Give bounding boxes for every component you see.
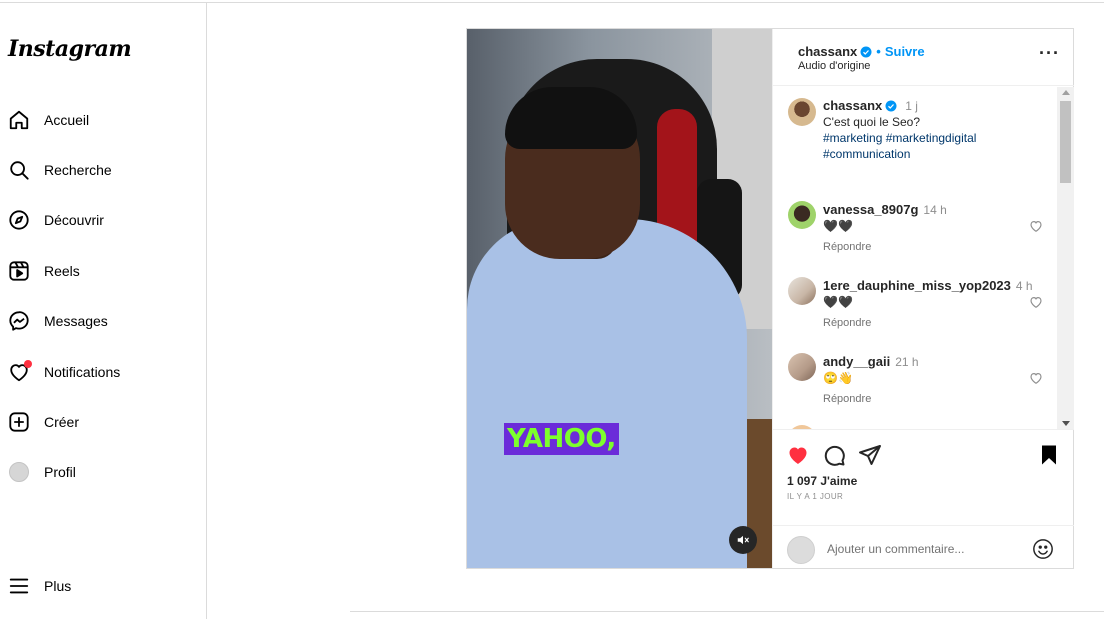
nav-more-label: Plus: [44, 578, 72, 594]
like-comment-icon[interactable]: [1029, 219, 1043, 233]
caption-author-row: chassanx 1 j: [823, 98, 918, 113]
scroll-up-arrow-icon[interactable]: [1062, 90, 1070, 95]
reply-button[interactable]: Répondre: [823, 241, 871, 253]
reels-icon: [8, 260, 30, 282]
author-avatar[interactable]: [788, 98, 816, 126]
nav-profile-label: Profil: [44, 464, 76, 480]
nav-search-label: Recherche: [44, 162, 112, 178]
caption-body: C'est quoi le Seo?: [823, 115, 921, 129]
nav-reels-label: Reels: [44, 263, 80, 279]
avatar: [9, 462, 29, 482]
nav-messages-label: Messages: [44, 313, 108, 329]
comment-author[interactable]: 1ere_dauphine_miss_yop2023: [823, 278, 1011, 293]
post-modal: YAHOO, chassanx • Suivre Audio d'origine…: [466, 28, 1074, 569]
avatar: [787, 536, 815, 564]
messenger-icon: [8, 310, 30, 332]
caption-text: C'est quoi le Seo? #marketing #marketing…: [823, 114, 976, 162]
nav-create-label: Créer: [44, 414, 80, 430]
profile-avatar-wrap: [8, 461, 30, 483]
nav-create[interactable]: Créer: [8, 404, 198, 440]
comment-author[interactable]: vanessa_8907g: [823, 202, 918, 217]
comment-time: 4 h: [1015, 278, 1033, 293]
post-header: chassanx • Suivre Audio d'origine ···: [773, 29, 1074, 86]
video-hair: [505, 87, 637, 149]
bottom-divider: [350, 611, 1104, 612]
comment-author-row: andy__gaii 21 h: [823, 354, 919, 369]
comment-author-row: 1ere_dauphine_miss_yop2023 4 h: [823, 278, 1033, 293]
reply-button[interactable]: Répondre: [823, 317, 871, 329]
menu-icon: [8, 575, 30, 597]
sidebar: Instagram Accueil Recherche Découvrir Re…: [0, 3, 207, 619]
comments-scrollbar[interactable]: [1057, 87, 1074, 429]
caption-time: 1 j: [905, 98, 918, 113]
nav-home[interactable]: Accueil: [8, 102, 198, 138]
caption-hashtags[interactable]: #marketing #marketingdigital: [823, 130, 976, 146]
follow-button[interactable]: Suivre: [885, 44, 925, 59]
post-details-panel: chassanx • Suivre Audio d'origine ··· ch…: [772, 29, 1074, 568]
post-actions: 1 097 J'aime IL Y A 1 JOUR: [773, 429, 1074, 525]
caption-hashtags[interactable]: #communication: [823, 146, 976, 162]
notification-dot: [24, 360, 32, 368]
nav-notifications[interactable]: Notifications: [8, 354, 198, 390]
verified-badge-icon: [885, 100, 897, 111]
mute-button[interactable]: [729, 526, 757, 554]
post-author-row: chassanx • Suivre: [798, 44, 925, 59]
comment-text: 🙄👋: [823, 371, 853, 385]
video-subtitle: YAHOO,: [504, 423, 619, 455]
nav-explore[interactable]: Découvrir: [8, 202, 198, 238]
video-shirt: [467, 219, 747, 568]
add-comment-bar: [773, 525, 1074, 568]
nav-search[interactable]: Recherche: [8, 152, 198, 188]
liked-heart-icon[interactable]: [786, 443, 810, 467]
audio-link[interactable]: Audio d'origine: [798, 60, 870, 72]
comment-author[interactable]: andy__gaii: [823, 354, 890, 369]
instagram-logo[interactable]: Instagram: [8, 36, 132, 62]
comment-time: 21 h: [895, 354, 919, 369]
verified-badge-icon: [860, 46, 872, 57]
plus-square-icon: [8, 411, 30, 433]
share-icon[interactable]: [858, 443, 882, 467]
compass-icon: [8, 209, 30, 231]
separator-dot: •: [876, 44, 881, 59]
search-icon: [8, 159, 30, 181]
comment-icon[interactable]: [822, 443, 846, 467]
comment-text: 🖤🖤: [823, 219, 853, 233]
more-options-icon[interactable]: ···: [1039, 43, 1060, 64]
comments-list[interactable]: chassanx 1 j C'est quoi le Seo? #marketi…: [773, 87, 1074, 429]
commenter-avatar[interactable]: [788, 277, 816, 305]
nav-reels[interactable]: Reels: [8, 253, 198, 289]
bookmark-icon[interactable]: [1037, 443, 1061, 467]
comment-text: 🖤🖤: [823, 295, 853, 309]
speaker-muted-icon: [737, 535, 749, 545]
reel-video[interactable]: YAHOO,: [467, 29, 772, 568]
comment-author-row: vanessa_8907g 14 h: [823, 202, 947, 217]
post-date: IL Y A 1 JOUR: [787, 492, 844, 501]
emoji-icon[interactable]: [1032, 538, 1054, 560]
like-comment-icon[interactable]: [1029, 295, 1043, 309]
nav-notifications-label: Notifications: [44, 364, 121, 380]
commenter-avatar[interactable]: [788, 201, 816, 229]
commenter-avatar[interactable]: [788, 353, 816, 381]
post-author[interactable]: chassanx: [798, 44, 857, 59]
nav-more[interactable]: Plus: [8, 568, 198, 604]
like-comment-icon[interactable]: [1029, 371, 1043, 385]
heart-icon: [8, 360, 32, 383]
scrollbar-thumb[interactable]: [1060, 101, 1071, 183]
nav-home-label: Accueil: [44, 112, 90, 128]
reply-button[interactable]: Répondre: [823, 393, 871, 405]
comment-time: 14 h: [923, 202, 947, 217]
scroll-down-arrow-icon[interactable]: [1062, 421, 1070, 426]
nav-messages[interactable]: Messages: [8, 303, 198, 339]
home-icon: [8, 109, 30, 131]
nav-explore-label: Découvrir: [44, 212, 104, 228]
caption-author[interactable]: chassanx: [823, 98, 882, 113]
comment-input[interactable]: [827, 536, 1027, 562]
nav-profile[interactable]: Profil: [8, 454, 198, 490]
likes-count[interactable]: 1 097 J'aime: [787, 474, 857, 488]
